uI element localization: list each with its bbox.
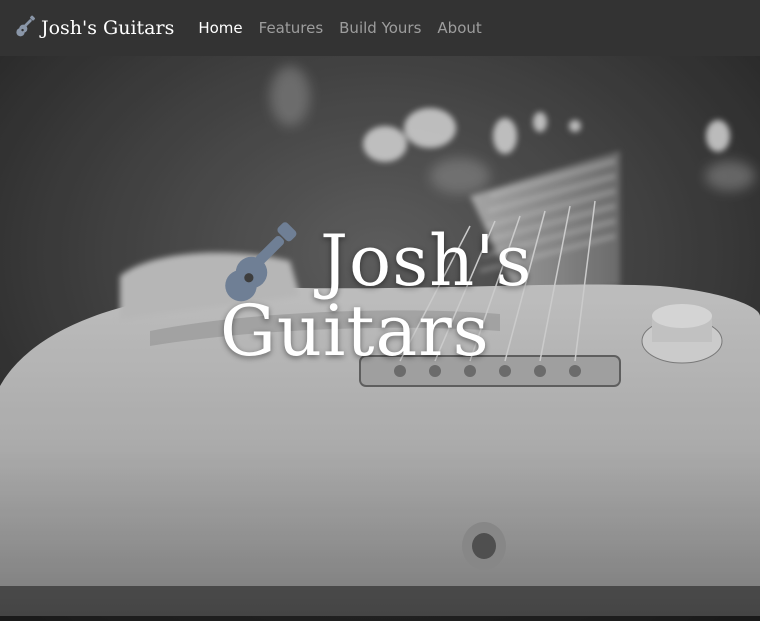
nav-links: Home Features Build Yours About <box>198 19 481 37</box>
nav-build-yours[interactable]: Build Yours <box>339 19 421 37</box>
guitar-icon <box>15 15 41 42</box>
nav-features[interactable]: Features <box>259 19 324 37</box>
brand-link[interactable]: Josh's Guitars <box>15 15 174 42</box>
guitar-icon <box>220 220 304 309</box>
hero-section: Josh's Guitars <box>0 56 760 621</box>
navbar: Josh's Guitars Home Features Build Yours… <box>0 0 760 56</box>
brand-name: Josh's Guitars <box>41 17 175 39</box>
hero-title-block: Josh's Guitars <box>220 222 580 366</box>
nav-home[interactable]: Home <box>198 19 242 37</box>
nav-about[interactable]: About <box>437 19 481 37</box>
